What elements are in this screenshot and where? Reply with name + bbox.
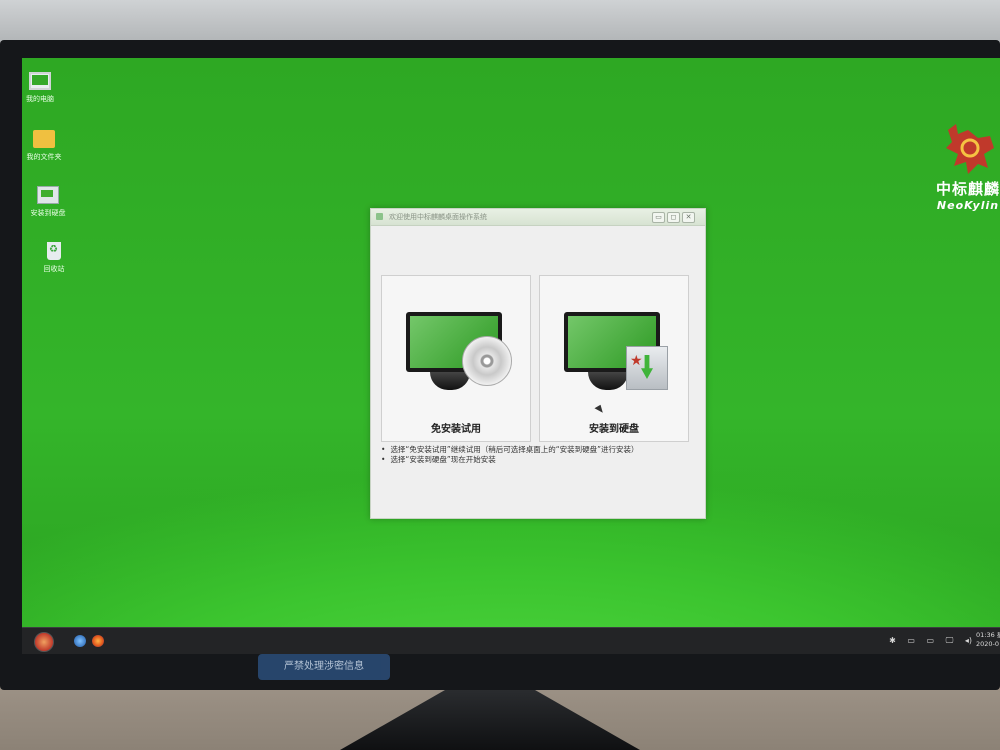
kylin-mark-icon: ★ xyxy=(630,353,643,369)
maximize-button[interactable]: ◻ xyxy=(667,212,680,223)
dialog-title: 欢迎使用中标麒麟桌面操作系统 xyxy=(389,213,487,221)
close-button[interactable]: ✕ xyxy=(682,212,695,223)
clock-date: 2020-0 xyxy=(976,640,1000,648)
user-folder-icon xyxy=(33,130,55,148)
install-icon xyxy=(37,186,59,204)
desktop-icon-install-to-disk[interactable]: 安装到硬盘 xyxy=(22,186,74,218)
instruction-list: 选择“免安装试用”继续试用（稍后可选择桌面上的“安装到硬盘”进行安装） 选择“安… xyxy=(381,445,638,465)
desktop-icon-label: 安装到硬盘 xyxy=(30,209,66,217)
bluetooth-icon[interactable]: ✱ xyxy=(889,636,896,645)
try-without-install-button[interactable]: 免安装试用 xyxy=(381,275,531,442)
bezel-sticker: 严禁处理涉密信息 xyxy=(258,654,390,680)
desktop-icon-my-folder[interactable]: 我的文件夹 xyxy=(22,130,70,162)
app-icon xyxy=(376,213,383,220)
taskbar: ✱ ▭ ▭ 🖵 ◂) 01:36 星 2020-0 xyxy=(22,627,1000,654)
start-menu-button[interactable] xyxy=(34,632,54,652)
network-icon[interactable]: 🖵 xyxy=(946,636,954,645)
brand-chinese-name: 中标麒麟 xyxy=(935,180,1000,198)
keyboard-icon[interactable]: ▭ xyxy=(907,636,915,645)
battery-icon[interactable]: ▭ xyxy=(926,636,934,645)
firefox-icon[interactable] xyxy=(92,635,104,647)
cd-disc-icon xyxy=(462,336,512,386)
minimize-button[interactable]: ▭ xyxy=(652,212,665,223)
option-label: 安装到硬盘 xyxy=(589,424,639,435)
computer-icon xyxy=(29,72,51,90)
option-label: 免安装试用 xyxy=(431,424,481,435)
monitor-base-icon xyxy=(588,372,628,390)
desktop-icon-label: 我的电脑 xyxy=(26,95,54,103)
trash-icon xyxy=(47,242,61,260)
instruction-item: 选择“免安装试用”继续试用（稍后可选择桌面上的“安装到硬盘”进行安装） xyxy=(381,445,638,455)
neokylin-logo: 中标麒麟 NeoKylin xyxy=(928,120,1000,212)
welcome-dialog: 欢迎使用中标麒麟桌面操作系统 ▭ ◻ ✕ 免安装试用 ★ 安装到硬盘 选择“免安… xyxy=(370,208,706,519)
clock-time: 01:36 星 xyxy=(976,631,1000,639)
dialog-titlebar[interactable]: 欢迎使用中标麒麟桌面操作系统 ▭ ◻ ✕ xyxy=(371,209,705,226)
volume-icon[interactable]: ◂) xyxy=(965,636,972,645)
desktop-icon-trash[interactable]: 回收站 xyxy=(28,242,80,274)
desktop-icon-label: 回收站 xyxy=(43,265,65,273)
system-tray: ✱ ▭ ▭ 🖵 ◂) xyxy=(880,636,972,646)
down-arrow-icon xyxy=(641,355,653,379)
install-to-disk-button[interactable]: ★ 安装到硬盘 xyxy=(539,275,689,442)
instruction-item: 选择“安装到硬盘”现在开始安装 xyxy=(381,455,638,465)
clock[interactable]: 01:36 星 2020-0 xyxy=(976,631,1000,649)
monitor-base-icon xyxy=(430,372,470,390)
desktop-icon-my-computer[interactable]: 我的电脑 xyxy=(22,72,66,104)
desktop-icon-label: 我的文件夹 xyxy=(26,153,62,161)
install-disk-icon: ★ xyxy=(626,346,668,390)
desktop-screen: 我的电脑 我的文件夹 安装到硬盘 回收站 中标麒麟 NeoKylin 欢迎使用中… xyxy=(22,58,1000,654)
qilin-logo-icon xyxy=(938,120,998,178)
file-manager-icon[interactable] xyxy=(74,635,86,647)
brand-english-name: NeoKylin xyxy=(936,199,1000,212)
